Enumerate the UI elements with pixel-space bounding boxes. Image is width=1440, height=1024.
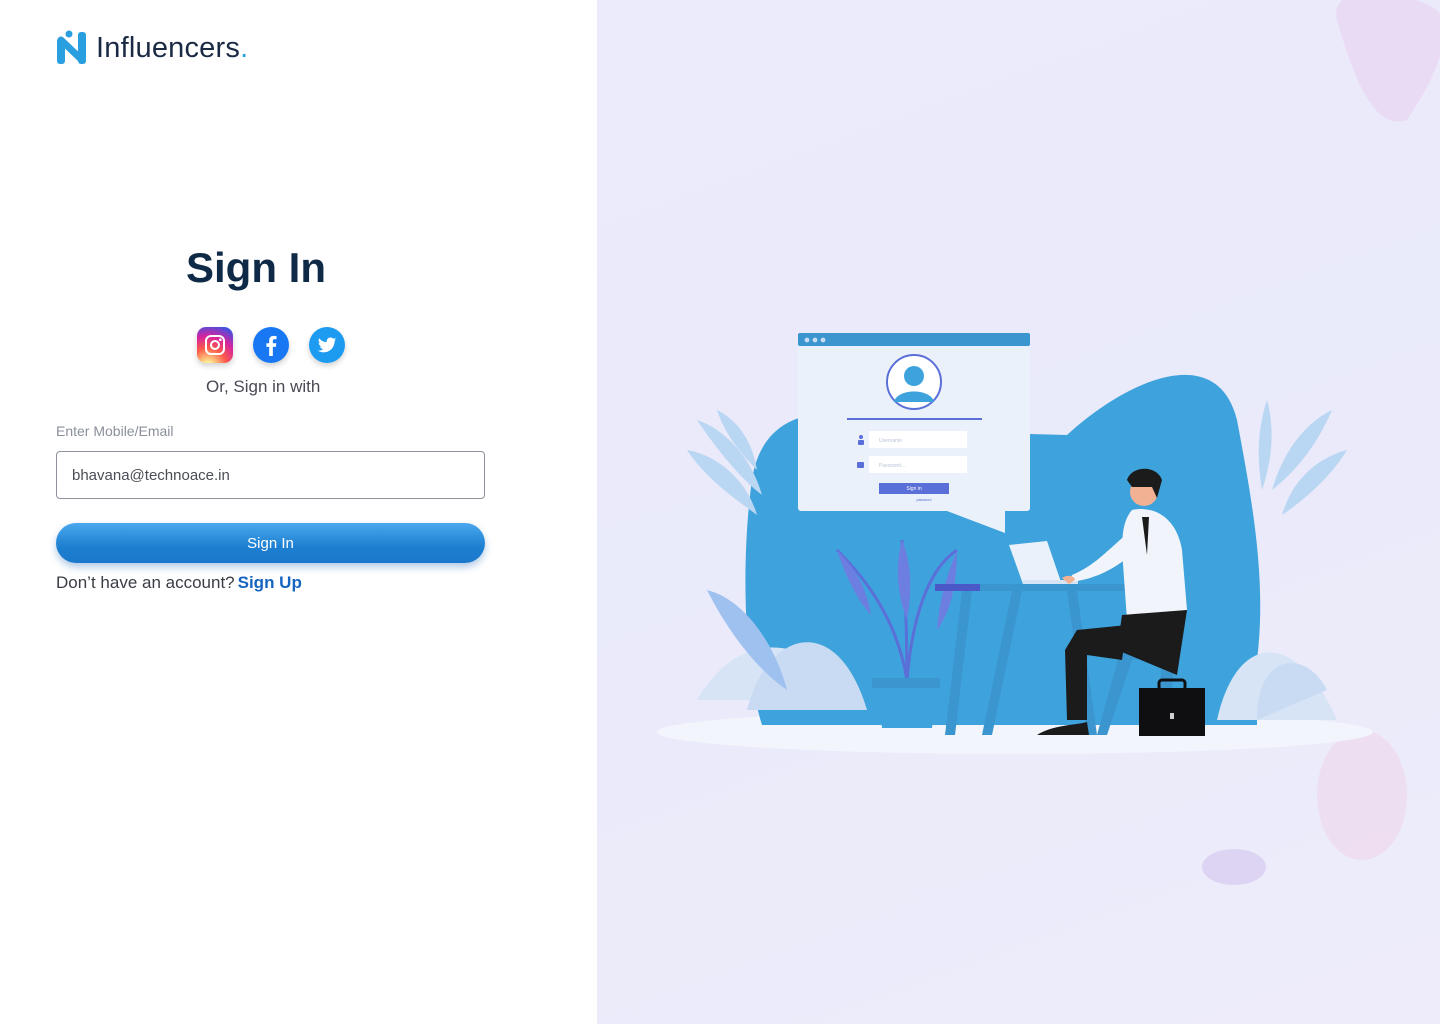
- instagram-icon: [205, 335, 225, 355]
- alt-signin-text: Or, Sign in with: [206, 377, 321, 396]
- decorative-blob-small: [1202, 849, 1266, 885]
- mock-signin-button: Sign in: [906, 486, 922, 492]
- mobile-email-input[interactable]: [56, 451, 485, 499]
- social-login-group: [197, 327, 345, 363]
- signin-illustration: Username Password... Sign in password: [657, 333, 1373, 754]
- no-account-text: Don’t have an account?: [56, 573, 235, 592]
- brand-logo[interactable]: Influencers.: [56, 30, 248, 66]
- illustration-panel: Username Password... Sign in password: [597, 0, 1440, 1024]
- instagram-button[interactable]: [197, 327, 233, 363]
- page-title: Sign In: [186, 244, 326, 291]
- signin-button[interactable]: Sign In: [56, 523, 485, 563]
- logo-icon: [57, 30, 86, 64]
- mock-password-link: password: [917, 498, 932, 502]
- signup-link[interactable]: Sign Up: [238, 573, 302, 592]
- decorative-blob: [1336, 0, 1440, 122]
- twitter-button[interactable]: [309, 327, 345, 363]
- signup-prompt: Don’t have an account? Sign Up: [56, 573, 302, 593]
- mock-password-field: Password...: [879, 463, 905, 469]
- twitter-icon: [317, 337, 337, 353]
- facebook-button[interactable]: [253, 327, 289, 363]
- mock-username-field: Username: [879, 438, 902, 444]
- facebook-icon: [266, 335, 277, 356]
- mobile-email-label: Enter Mobile/Email: [56, 423, 174, 439]
- signin-panel: Influencers. Sign In Or, Sign in with En…: [0, 0, 597, 1024]
- brand-name: Influencers.: [96, 31, 249, 64]
